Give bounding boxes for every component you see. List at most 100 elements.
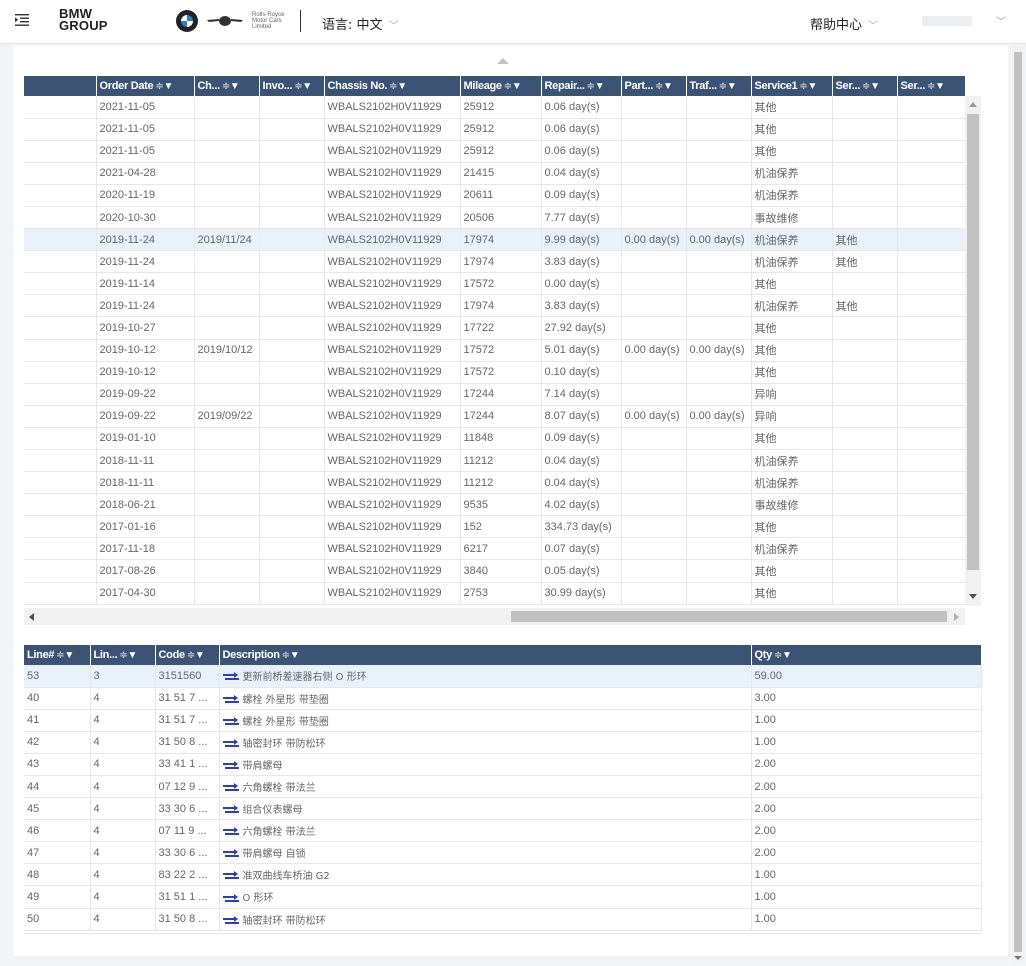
table-row[interactable]: 2017-04-30 WBALS2102H0V11929 2753 30.99 day… bbox=[24, 582, 966, 605]
sort-filter-icon[interactable]: ≑▼ bbox=[799, 81, 817, 92]
swap-arrows-icon[interactable] bbox=[222, 761, 239, 771]
table-row[interactable]: 2018-06-21 WBALS2102H0V11929 9535 4.02 day(… bbox=[24, 493, 966, 517]
table-row[interactable]: 2021-11-05 WBALS2102H0V11929 25912 0.06 day… bbox=[24, 96, 966, 119]
table-row[interactable]: 2021-04-28 WBALS2102H0V11929 21415 0.04 day… bbox=[24, 162, 966, 185]
table-row[interactable]: 2019-10-12 WBALS2102H0V11929 17572 0.10 day… bbox=[24, 361, 966, 384]
sort-filter-icon[interactable]: ≑▼ bbox=[655, 81, 673, 92]
table-row[interactable]: 2019-11-24 WBALS2102H0V11929 17974 3.83 day… bbox=[24, 250, 966, 274]
table-row[interactable]: 53 3 3151560 更新前桥差速器右侧 O 形环 59.00 bbox=[24, 665, 982, 688]
table-row[interactable]: 2019-11-24 2019/11/24 WBALS2102H0V11929 179… bbox=[24, 228, 966, 252]
table-row[interactable]: 2017-11-18 WBALS2102H0V11929 6217 0.07 day(… bbox=[24, 537, 966, 561]
table-row[interactable]: 48 4 83 22 2 ... 准双曲线车桥油 G2 1.00 bbox=[24, 863, 982, 887]
sort-filter-icon[interactable]: ≑▼ bbox=[504, 81, 522, 92]
scrollbar-thumb[interactable] bbox=[511, 611, 947, 622]
table-row[interactable]: 2019-09-22 2019/09/22 WBALS2102H0V11929 172… bbox=[24, 405, 966, 428]
table-row[interactable]: 47 4 33 30 6 ... 带肩螺母 自锁 2.00 bbox=[24, 841, 982, 865]
sort-filter-icon[interactable]: ≑▼ bbox=[155, 81, 173, 92]
sort-filter-icon[interactable]: ≑▼ bbox=[774, 650, 792, 661]
column-header[interactable]: Description ≑▼ bbox=[219, 645, 752, 665]
table-cell bbox=[259, 383, 325, 406]
table-row[interactable]: 50 4 31 50 8 ... 轴密封环 带防松环 1.00 bbox=[24, 908, 982, 931]
chevron-down-icon[interactable]: ﹀ bbox=[996, 13, 1006, 28]
swap-arrows-icon[interactable] bbox=[222, 783, 239, 793]
scrollbar-thumb[interactable] bbox=[1014, 52, 1022, 952]
menu-toggle-icon[interactable] bbox=[14, 12, 30, 28]
column-header[interactable]: Qty ≑▼ bbox=[751, 645, 982, 665]
column-header[interactable]: Line# ≑▼ bbox=[24, 645, 91, 665]
table-row[interactable]: 2021-11-05 WBALS2102H0V11929 25912 0.06 day… bbox=[24, 118, 966, 141]
column-header[interactable]: Lin... ≑▼ bbox=[90, 645, 156, 665]
table-row[interactable]: 49 4 31 51 1 ... O 形环 1.00 bbox=[24, 885, 982, 909]
column-header[interactable]: Mileage ≑▼ bbox=[460, 76, 542, 96]
sort-filter-icon[interactable]: ≑▼ bbox=[222, 81, 240, 92]
column-header[interactable]: Order Date ≑▼ bbox=[96, 76, 195, 96]
swap-arrows-icon[interactable] bbox=[222, 827, 239, 837]
scroll-up-icon[interactable] bbox=[969, 102, 977, 107]
table-cell: 机油保养 bbox=[751, 471, 833, 495]
scroll-right-icon[interactable] bbox=[954, 613, 959, 621]
swap-arrows-icon[interactable] bbox=[222, 915, 239, 926]
swap-arrows-icon[interactable] bbox=[222, 805, 239, 815]
table-row[interactable]: 41 4 31 51 7 ... 螺栓 外星形 带垫圈 1.00 bbox=[24, 709, 982, 732]
swap-arrows-icon[interactable] bbox=[222, 694, 239, 705]
table-row[interactable]: 2019-11-24 WBALS2102H0V11929 17974 3.83 day… bbox=[24, 294, 966, 318]
swap-arrows-icon[interactable] bbox=[222, 893, 239, 904]
table-row[interactable]: 44 4 07 12 9 ... 六角螺栓 带法兰 2.00 bbox=[24, 775, 982, 799]
table-row[interactable]: 45 4 33 30 6 ... 组合仪表螺母 2.00 bbox=[24, 797, 982, 821]
table-row[interactable]: 46 4 07 11 9 ... 六角螺栓 带法兰 2.00 bbox=[24, 819, 982, 843]
column-header[interactable]: Part... ≑▼ bbox=[621, 76, 687, 96]
swap-arrows-icon[interactable] bbox=[222, 738, 239, 749]
sort-filter-icon[interactable]: ≑▼ bbox=[294, 81, 312, 92]
swap-arrows-icon[interactable] bbox=[222, 672, 239, 682]
swap-arrows-icon[interactable] bbox=[222, 849, 239, 859]
column-header[interactable]: Invo... ≑▼ bbox=[259, 76, 325, 96]
table-row[interactable]: 2020-10-30 WBALS2102H0V11929 20506 7.77 day… bbox=[24, 206, 966, 230]
table-row[interactable]: 2017-01-16 WBALS2102H0V11929 152 334.73 day… bbox=[24, 515, 966, 539]
column-header[interactable]: Ser... ≑▼ bbox=[832, 76, 898, 96]
table-row[interactable]: 2020-11-19 WBALS2102H0V11929 20611 0.09 day… bbox=[24, 184, 966, 207]
collapse-arrow-icon[interactable] bbox=[497, 58, 509, 64]
table-row[interactable]: 42 4 31 50 8 ... 轴密封环 带防松环 1.00 bbox=[24, 731, 982, 754]
sort-filter-icon[interactable]: ≑▼ bbox=[119, 650, 137, 661]
swap-arrows-icon[interactable] bbox=[222, 871, 239, 881]
table-row[interactable]: 2019-10-12 2019/10/12 WBALS2102H0V11929 175… bbox=[24, 339, 966, 362]
sort-filter-icon[interactable]: ≑▼ bbox=[719, 81, 737, 92]
column-header[interactable]: Code ≑▼ bbox=[155, 645, 220, 665]
sort-filter-icon[interactable]: ≑▼ bbox=[187, 650, 205, 661]
scroll-left-icon[interactable] bbox=[29, 613, 34, 621]
scroll-down-icon[interactable] bbox=[969, 594, 977, 599]
help-center-menu[interactable]: 帮助中心 ﹀ bbox=[810, 14, 878, 33]
table-row[interactable]: 2017-08-26 WBALS2102H0V11929 3840 0.05 day(… bbox=[24, 559, 966, 583]
column-header[interactable]: Chassis No. ≑▼ bbox=[324, 76, 461, 96]
column-header[interactable]: Ch... ≑▼ bbox=[194, 76, 260, 96]
table-horizontal-scrollbar[interactable] bbox=[24, 608, 965, 625]
table-row[interactable]: 2018-11-11 WBALS2102H0V11929 11212 0.04 day… bbox=[24, 471, 966, 495]
table-row[interactable]: 2021-11-05 WBALS2102H0V11929 25912 0.06 day… bbox=[24, 140, 966, 163]
table-vertical-scrollbar[interactable] bbox=[965, 96, 981, 606]
language-selector[interactable]: 语言: 中文 ﹀ bbox=[322, 14, 399, 33]
sort-filter-icon[interactable]: ≑▼ bbox=[56, 650, 74, 661]
column-header[interactable]: Ser... ≑▼ bbox=[897, 76, 966, 96]
sort-filter-icon[interactable]: ≑▼ bbox=[587, 81, 605, 92]
scrollbar-thumb[interactable] bbox=[967, 114, 979, 570]
scroll-down-icon[interactable] bbox=[1014, 956, 1022, 960]
sort-filter-icon[interactable]: ≑▼ bbox=[862, 81, 880, 92]
table-row[interactable]: 2019-01-10 WBALS2102H0V11929 11848 0.09 day… bbox=[24, 427, 966, 451]
table-row[interactable]: 2018-11-11 WBALS2102H0V11929 11212 0.04 day… bbox=[24, 449, 966, 473]
table-row[interactable]: 2019-09-22 WBALS2102H0V11929 17244 7.14 day… bbox=[24, 383, 966, 406]
page-vertical-scrollbar[interactable] bbox=[1012, 46, 1024, 964]
table-row[interactable]: 40 4 31 51 7 ... 螺栓 外星形 带垫圈 3.00 bbox=[24, 687, 982, 710]
swap-arrows-icon[interactable] bbox=[222, 716, 239, 727]
column-header[interactable]: Repair... ≑▼ bbox=[541, 76, 622, 96]
sort-filter-icon[interactable]: ≑▼ bbox=[389, 81, 407, 92]
column-header[interactable]: Traf... ≑▼ bbox=[686, 76, 752, 96]
table-row[interactable]: 2019-10-27 WBALS2102H0V11929 17722 27.92 da… bbox=[24, 316, 966, 340]
user-menu[interactable] bbox=[922, 16, 972, 26]
table-cell bbox=[24, 493, 97, 517]
sort-filter-icon[interactable]: ≑▼ bbox=[282, 650, 300, 661]
table-row[interactable]: 2019-11-14 WBALS2102H0V11929 17572 0.00 day… bbox=[24, 272, 966, 296]
table-row[interactable]: 43 4 33 41 1 ... 带肩螺母 2.00 bbox=[24, 753, 982, 776]
sort-filter-icon[interactable]: ≑▼ bbox=[927, 81, 945, 92]
column-header[interactable] bbox=[24, 76, 97, 96]
column-header[interactable]: Service1 ≑▼ bbox=[751, 76, 833, 96]
